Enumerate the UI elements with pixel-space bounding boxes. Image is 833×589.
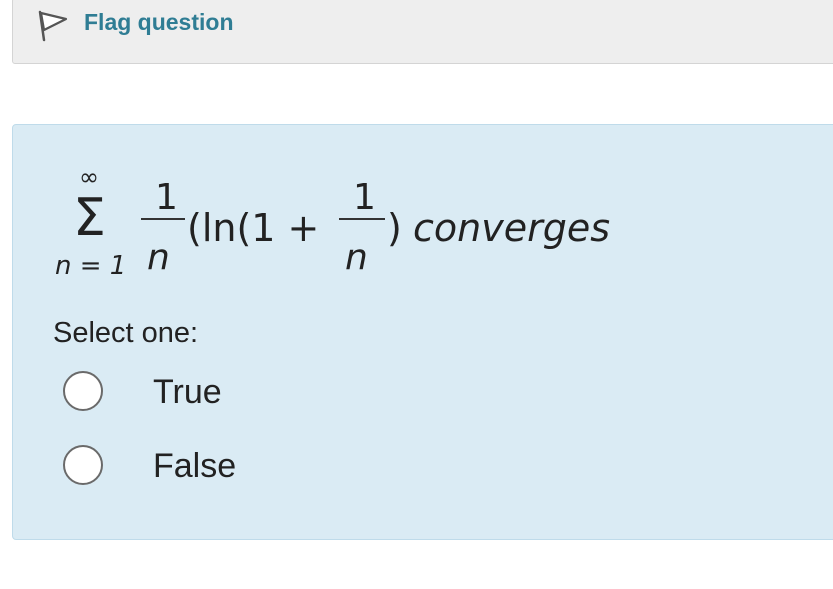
flag-question-bar: Flag question <box>12 0 833 64</box>
option-true[interactable]: True <box>63 371 363 417</box>
radio-false[interactable] <box>63 445 103 485</box>
fraction1-denominator: n <box>147 237 170 277</box>
summation-symbol: Σ <box>73 188 106 248</box>
question-formula: ∞ Σ n = 1 1 n (ln(1 + 1 n ) converges <box>55 163 610 277</box>
question-container: ∞ Σ n = 1 1 n (ln(1 + 1 n ) converges Se… <box>12 124 833 540</box>
sum-upper-limit: ∞ <box>79 163 99 191</box>
select-one-prompt: Select one: <box>53 317 199 349</box>
closing-paren: ) <box>387 206 402 250</box>
option-true-label[interactable]: True <box>153 373 222 412</box>
flag-icon[interactable] <box>36 9 70 43</box>
radio-true[interactable] <box>63 371 103 411</box>
fraction2-numerator: 1 <box>353 177 376 218</box>
formula-statement: converges <box>413 206 610 250</box>
log-expression: (ln(1 + <box>187 206 319 250</box>
fraction1-numerator: 1 <box>155 177 178 218</box>
option-false[interactable]: False <box>63 445 363 491</box>
sum-lower-limit: n = 1 <box>55 251 126 277</box>
option-false-label[interactable]: False <box>153 447 236 486</box>
flag-question-link[interactable]: Flag question <box>84 9 234 36</box>
fraction2-denominator: n <box>345 237 368 277</box>
